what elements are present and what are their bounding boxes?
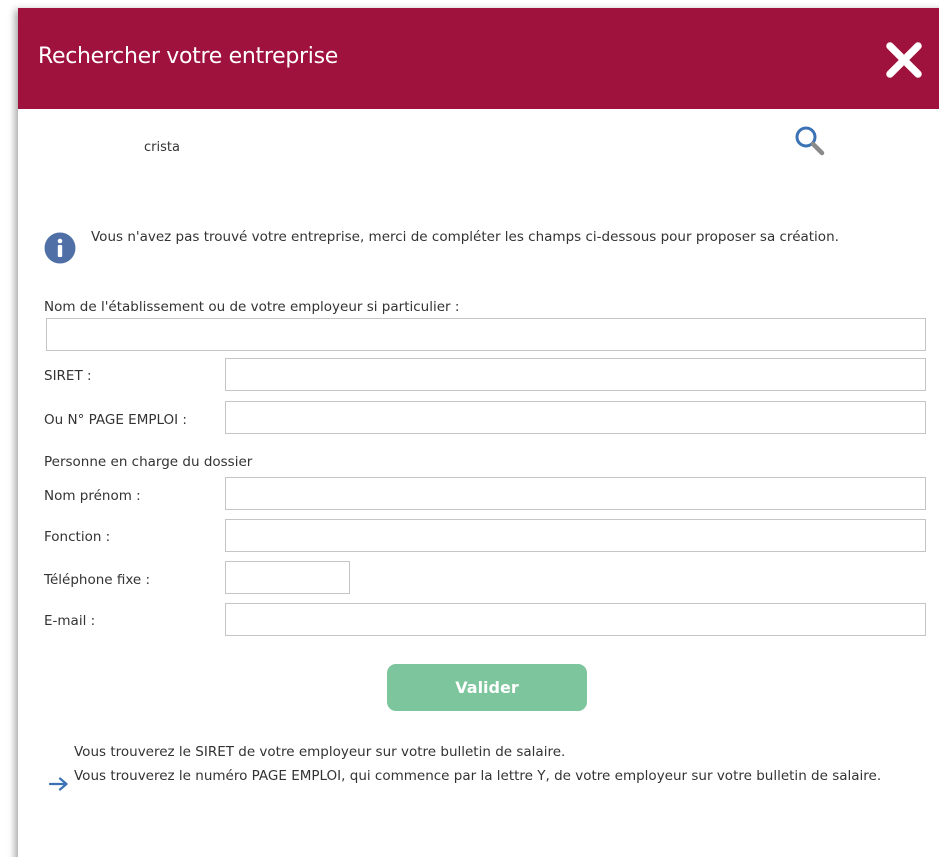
- close-icon[interactable]: [884, 40, 924, 80]
- email-field[interactable]: [225, 603, 926, 636]
- page-emploi-label: Ou N° PAGE EMPLOI :: [44, 412, 187, 428]
- function-label: Fonction :: [44, 529, 111, 545]
- name-field[interactable]: [225, 477, 926, 510]
- contact-section-label: Personne en charge du dossier: [44, 454, 253, 470]
- company-search-input[interactable]: [144, 137, 744, 157]
- info-message: Vous n'avez pas trouvé votre entreprise,…: [91, 229, 839, 245]
- siret-field[interactable]: [225, 358, 926, 391]
- arrow-right-icon: [49, 777, 68, 791]
- siret-label: SIRET :: [44, 368, 92, 384]
- modal-title: Rechercher votre entreprise: [38, 44, 338, 69]
- page-emploi-field[interactable]: [225, 401, 926, 434]
- info-icon: [44, 232, 76, 264]
- siret-hint: Vous trouverez le SIRET de votre employe…: [74, 744, 566, 760]
- magnifier-icon[interactable]: [791, 121, 835, 165]
- phone-field[interactable]: [225, 561, 350, 594]
- submit-button[interactable]: Valider: [387, 664, 587, 711]
- page-emploi-hint: Vous trouverez le numéro PAGE EMPLOI, qu…: [74, 768, 882, 784]
- establishment-label: Nom de l'établissement ou de votre emplo…: [44, 299, 460, 315]
- email-label: E-mail :: [44, 613, 96, 629]
- establishment-field[interactable]: [46, 318, 926, 351]
- name-label: Nom prénom :: [44, 488, 141, 504]
- modal-header: Rechercher votre entreprise: [18, 8, 939, 109]
- company-search-modal: Rechercher votre entreprise Vous n'avez …: [18, 8, 939, 857]
- function-field[interactable]: [225, 519, 926, 552]
- phone-label: Téléphone fixe :: [44, 572, 151, 588]
